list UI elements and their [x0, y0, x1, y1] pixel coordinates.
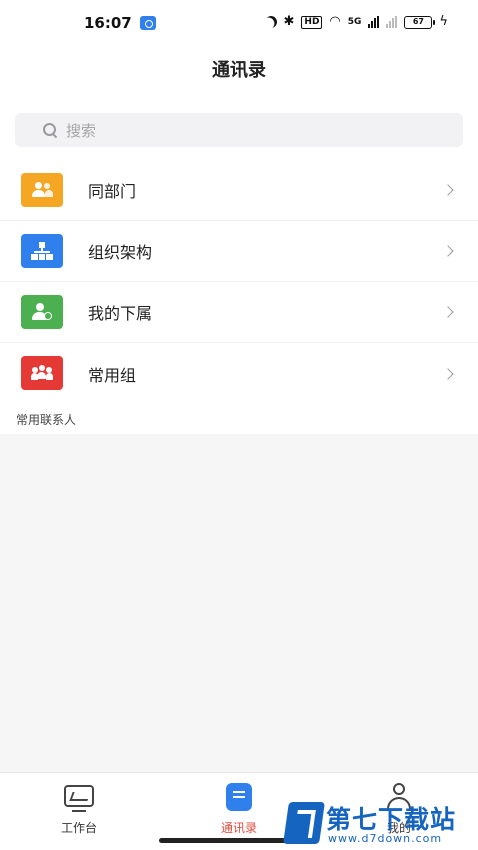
- chevron-right-icon: [442, 306, 454, 318]
- status-time: 16:07: [84, 14, 132, 32]
- search-bar: 搜索: [0, 108, 478, 160]
- watermark-url: www.d7down.com: [328, 832, 443, 845]
- signal-secondary-icon: [386, 16, 398, 28]
- tab-workbench[interactable]: 工作台: [34, 783, 124, 835]
- app-notification-icon: [140, 16, 156, 30]
- wifi-icon: ◠: [329, 14, 341, 29]
- chevron-right-icon: [442, 184, 454, 196]
- workbench-icon: [64, 785, 94, 807]
- menu-item-label: 同部门: [88, 182, 137, 201]
- status-bar: 16:07 ✱ HD ◠ 5G 67 ϟ: [0, 0, 478, 46]
- chevron-right-icon: [442, 245, 454, 257]
- status-icons: ✱ HD ◠ 5G 67 ϟ: [265, 14, 449, 30]
- search-icon: [43, 123, 57, 137]
- subordinates-icon: [21, 295, 63, 329]
- tab-contacts[interactable]: 通讯录: [194, 783, 284, 835]
- watermark-logo-icon: [283, 802, 325, 844]
- org-structure-icon: [21, 234, 63, 268]
- search-placeholder: 搜索: [66, 121, 97, 140]
- menu-item-common-group[interactable]: 常用组: [0, 343, 478, 404]
- menu-item-label: 组织架构: [88, 243, 153, 262]
- section-label: 常用联系人: [16, 413, 77, 427]
- chevron-right-icon: [442, 367, 454, 380]
- charging-icon: ϟ: [439, 14, 448, 29]
- common-group-icon: [21, 356, 63, 390]
- menu-item-same-department[interactable]: 同部门: [0, 160, 478, 221]
- page-title: 通讯录: [212, 60, 266, 81]
- menu-item-label: 我的下属: [88, 304, 153, 323]
- tab-label: 工作台: [60, 821, 97, 835]
- top-area: 16:07 ✱ HD ◠ 5G 67 ϟ 通讯录: [0, 0, 478, 108]
- do-not-disturb-icon: [262, 14, 278, 30]
- menu-item-label: 常用组: [88, 365, 137, 385]
- contacts-menu: 同部门 组织架构 我的下属 常用组: [0, 160, 478, 404]
- tab-label: 通讯录: [220, 821, 257, 835]
- contacts-icon: [226, 783, 252, 811]
- watermark-title: 第七下载站: [326, 805, 457, 834]
- hd-icon: HD: [301, 15, 323, 29]
- menu-item-org-structure[interactable]: 组织架构: [0, 221, 478, 282]
- network-type: 5G: [347, 16, 362, 27]
- bluetooth-icon: ✱: [283, 14, 295, 29]
- workbench-icon-stand: [72, 810, 86, 812]
- menu-item-subordinates[interactable]: 我的下属: [0, 282, 478, 343]
- signal-icon: [368, 16, 380, 28]
- same-department-icon: [21, 173, 63, 207]
- search-input[interactable]: 搜索: [15, 113, 463, 147]
- frequent-contacts-section: 常用联系人: [0, 404, 478, 434]
- watermark: 第七下载站 www.d7down.com: [283, 800, 478, 850]
- battery-icon: 67: [404, 15, 436, 29]
